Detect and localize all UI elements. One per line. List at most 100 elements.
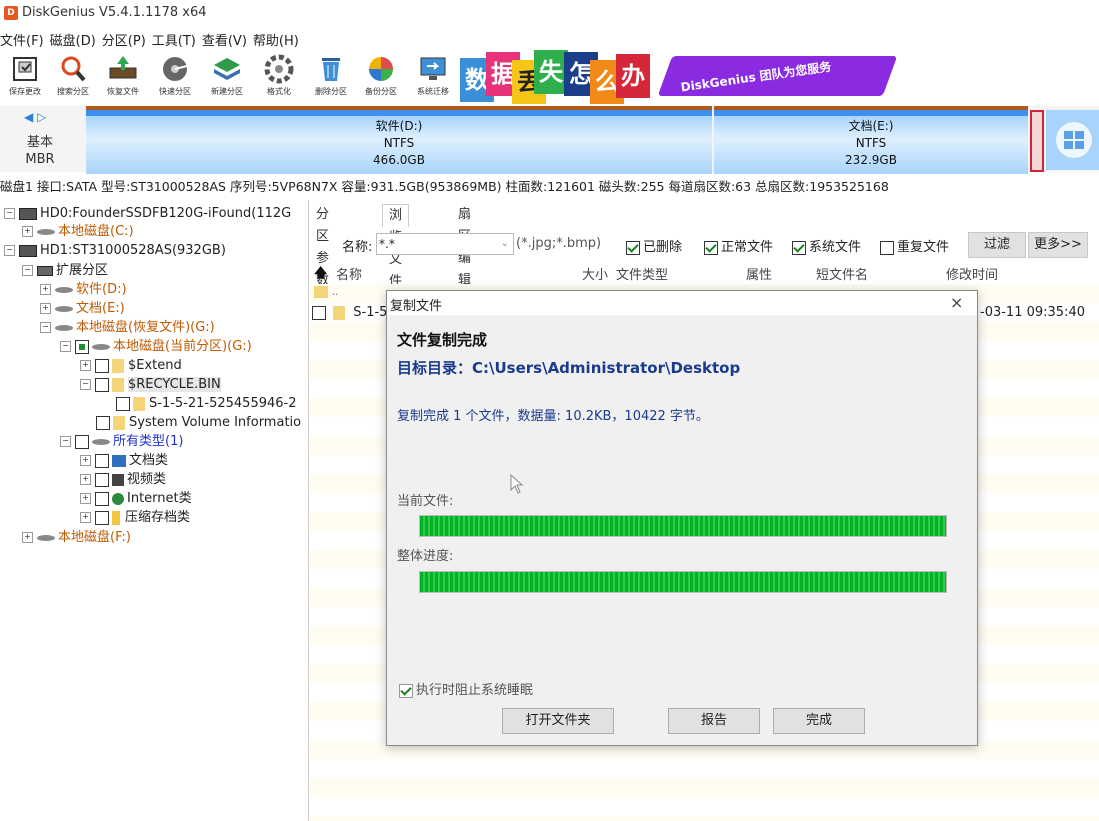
folder-icon <box>112 358 124 373</box>
tree-checkbox[interactable] <box>75 434 89 449</box>
filter-system[interactable]: 系统文件 <box>792 236 861 255</box>
tab-sector-edit[interactable]: 扇区编辑 <box>452 204 477 288</box>
tree-c-drive[interactable]: + 本地磁盘(C:) <box>22 222 134 241</box>
col-name[interactable]: 名称 <box>336 264 362 283</box>
tree-e-drive[interactable]: + 文档(E:) <box>40 299 125 318</box>
menu-view[interactable]: 查看(V) <box>202 30 247 49</box>
expand-icon[interactable]: + <box>80 474 91 485</box>
collapse-icon[interactable]: − <box>40 322 51 333</box>
tree-checkbox[interactable] <box>95 377 109 392</box>
expand-icon[interactable]: + <box>40 303 51 314</box>
menu-partition[interactable]: 分区(P) <box>102 30 146 49</box>
name-filter-input[interactable]: *.* ⌄ <box>376 233 514 255</box>
chevron-down-icon[interactable]: ⌄ <box>501 234 509 254</box>
col-attr[interactable]: 属性 <box>746 264 772 283</box>
volume-icon <box>92 438 110 445</box>
checkbox-checked-icon[interactable] <box>704 240 718 255</box>
tree-f-drive[interactable]: + 本地磁盘(F:) <box>22 528 131 547</box>
tree-checkbox[interactable] <box>95 453 109 468</box>
system-migrate-button[interactable]: 系统迁移 <box>408 52 458 102</box>
search-partition-button[interactable]: 搜索分区 <box>48 52 98 102</box>
expand-icon[interactable]: + <box>80 360 91 371</box>
collapse-icon[interactable]: − <box>22 265 33 276</box>
backup-partition-button[interactable]: 备份分区 <box>356 52 406 102</box>
checkbox-checked-icon[interactable] <box>399 683 413 698</box>
collapse-icon[interactable]: − <box>60 436 71 447</box>
parent-dir-row[interactable]: .. <box>314 284 338 300</box>
tree-extend-folder[interactable]: + $Extend <box>80 356 182 375</box>
recover-files-button[interactable]: 恢复文件 <box>98 52 148 102</box>
tree-checkbox[interactable] <box>95 510 109 525</box>
tree-hd0[interactable]: − HD0:FounderSSDFB120G-iFound(112G <box>4 204 291 223</box>
partition-selected-small[interactable] <box>1030 110 1044 172</box>
tree-g-current[interactable]: − 本地磁盘(当前分区)(G:) <box>60 337 252 356</box>
checkbox-unchecked-icon[interactable] <box>880 240 894 255</box>
format-button[interactable]: 格式化 <box>254 52 304 102</box>
save-changes-button[interactable]: 保存更改 <box>0 52 50 102</box>
filter-duplicate[interactable]: 重复文件 <box>880 236 949 255</box>
partition-e[interactable]: 文档(E:) NTFS 232.9GB <box>714 106 1028 174</box>
tree-all-types[interactable]: − 所有类型(1) <box>60 432 183 451</box>
collapse-icon[interactable]: − <box>60 341 71 352</box>
col-shortname[interactable]: 短文件名 <box>816 264 868 283</box>
filter-button[interactable]: 过滤 <box>968 232 1026 258</box>
expand-icon[interactable]: + <box>80 455 91 466</box>
partition-win[interactable] <box>1046 110 1099 170</box>
checkbox-checked-icon[interactable] <box>626 240 640 255</box>
partition-d[interactable]: 软件(D:) NTFS 466.0GB <box>86 106 712 174</box>
expand-icon[interactable]: + <box>22 532 33 543</box>
tree-checkbox[interactable] <box>116 396 130 411</box>
collapse-icon[interactable]: − <box>80 379 91 390</box>
tree-checkbox[interactable] <box>96 415 110 430</box>
tree-checkbox[interactable] <box>95 472 109 487</box>
col-type[interactable]: 文件类型 <box>616 264 668 283</box>
new-partition-button[interactable]: 新建分区 <box>202 52 252 102</box>
done-button[interactable]: 完成 <box>773 708 865 734</box>
up-arrow-icon[interactable]: 🡅 <box>314 264 327 286</box>
menu-tools[interactable]: 工具(T) <box>152 30 196 49</box>
tree-internet-type[interactable]: + Internet类 <box>80 489 192 508</box>
tree-svi-folder[interactable]: System Volume Informatio <box>96 413 301 432</box>
close-icon[interactable]: × <box>950 293 963 312</box>
dialog-heading: 文件复制完成 <box>397 331 488 349</box>
name-label: 名称: <box>342 240 373 255</box>
promo-banner[interactable]: 数 据 丢 失 怎 么 办 DiskGenius 团队为您服务 <box>460 50 898 104</box>
tree-d-drive[interactable]: + 软件(D:) <box>40 280 127 299</box>
disk-nav-arrows[interactable]: ◀ ▷ <box>24 110 46 124</box>
tree-zip-type[interactable]: + 压缩存档类 <box>80 508 190 527</box>
menu-help[interactable]: 帮助(H) <box>253 30 299 49</box>
filter-normal[interactable]: 正常文件 <box>704 236 773 255</box>
filter-deleted[interactable]: 已删除 <box>626 236 682 255</box>
tree-doc-type[interactable]: + 文档类 <box>80 451 168 470</box>
menu-file[interactable]: 文件(F) <box>0 30 44 49</box>
delete-partition-button[interactable]: 删除分区 <box>306 52 356 102</box>
tree-sid-folder[interactable]: S-1-5-21-525455946-2 <box>116 394 297 413</box>
tree-checkbox[interactable] <box>95 491 109 506</box>
row-checkbox[interactable] <box>312 305 326 320</box>
tree-hd1[interactable]: − HD1:ST31000528AS(932GB) <box>4 241 226 260</box>
tree-extended[interactable]: − 扩展分区 <box>22 261 108 280</box>
prevent-sleep-option[interactable]: 执行时阻止系统睡眠 <box>399 679 533 698</box>
tree-g-drive[interactable]: − 本地磁盘(恢复文件)(G:) <box>40 318 215 337</box>
checkbox-checked-icon[interactable] <box>792 240 806 255</box>
col-size[interactable]: 大小 <box>582 264 608 283</box>
tree-video-type[interactable]: + 视频类 <box>80 470 166 489</box>
expand-icon[interactable]: + <box>22 226 33 237</box>
expand-icon[interactable]: + <box>80 512 91 523</box>
collapse-icon[interactable]: − <box>4 245 15 256</box>
open-folder-button[interactable]: 打开文件夹 <box>502 708 614 734</box>
tree-recycle-bin[interactable]: − $RECYCLE.BIN <box>80 375 221 394</box>
menu-disk[interactable]: 磁盘(D) <box>50 30 96 49</box>
collapse-icon[interactable]: − <box>4 208 15 219</box>
report-button[interactable]: 报告 <box>668 708 760 734</box>
tree-checkbox[interactable] <box>95 358 109 373</box>
expand-icon[interactable]: + <box>40 284 51 295</box>
more-button[interactable]: 更多>> <box>1028 232 1088 258</box>
tab-partition-params[interactable]: 分区参数 <box>310 204 335 288</box>
expand-icon[interactable]: + <box>80 493 91 504</box>
tree-checkbox[interactable] <box>75 339 89 354</box>
col-modified[interactable]: 修改时间 <box>946 264 998 283</box>
quick-partition-button[interactable]: 快速分区 <box>150 52 200 102</box>
volume-icon <box>92 343 110 350</box>
tab-browse-files[interactable]: 浏览文件 <box>382 204 410 289</box>
